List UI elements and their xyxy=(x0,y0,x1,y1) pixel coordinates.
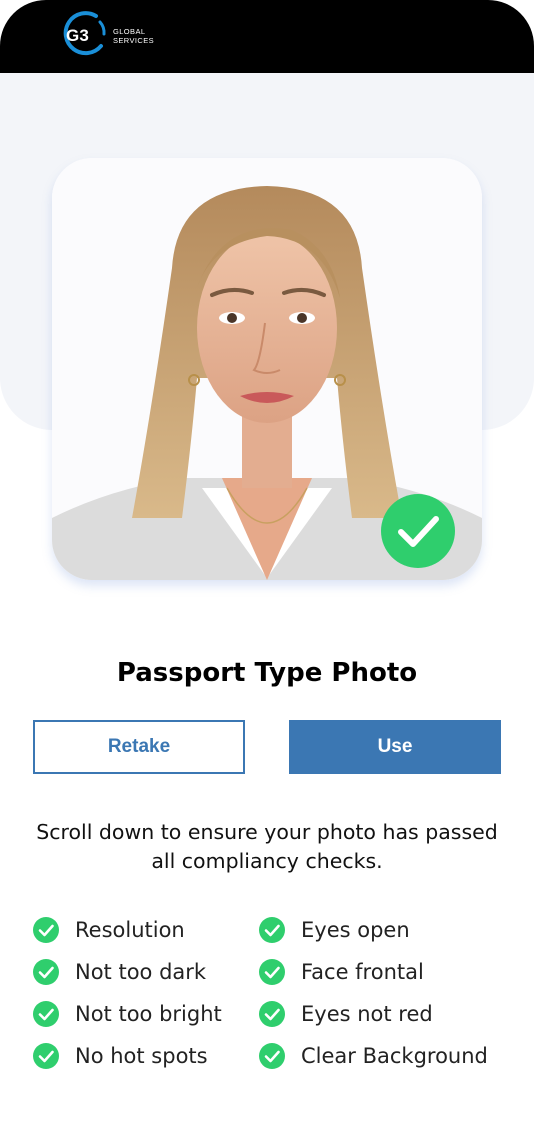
check-circle-icon xyxy=(33,1001,59,1027)
check-circle-icon xyxy=(33,917,59,943)
logo-mark: G3 xyxy=(66,26,90,45)
g3-global-services-logo: G3 GLOBAL SERVICES xyxy=(58,10,168,58)
check-label: Resolution xyxy=(75,918,185,942)
use-button[interactable]: Use xyxy=(289,720,501,774)
check-label: Eyes not red xyxy=(301,1002,433,1026)
check-label: Eyes open xyxy=(301,918,410,942)
logo-wordmark: GLOBAL SERVICES xyxy=(113,27,154,45)
logo-line-1: GLOBAL xyxy=(113,27,146,36)
app-header: G3 GLOBAL SERVICES xyxy=(0,0,534,73)
logo-line-2: SERVICES xyxy=(113,36,154,45)
photo-approved-check-icon xyxy=(381,494,455,568)
check-label: Clear Background xyxy=(301,1044,488,1068)
check-circle-icon xyxy=(33,959,59,985)
check-label: Not too dark xyxy=(75,960,207,984)
check-circle-icon xyxy=(259,1001,285,1027)
check-item-not-too-dark: Not too dark xyxy=(33,957,206,987)
check-item-no-hot-spots: No hot spots xyxy=(33,1041,208,1071)
check-circle-icon xyxy=(259,1043,285,1069)
check-item-clear-background: Clear Background xyxy=(259,1041,488,1071)
check-item-not-too-bright: Not too bright xyxy=(33,999,222,1029)
check-circle-icon xyxy=(259,959,285,985)
check-item-eyes-not-red: Eyes not red xyxy=(259,999,433,1029)
retake-button[interactable]: Retake xyxy=(33,720,245,774)
check-item-eyes-open: Eyes open xyxy=(259,915,410,945)
check-item-resolution: Resolution xyxy=(33,915,185,945)
check-label: Not too bright xyxy=(75,1002,222,1026)
check-item-face-frontal: Face frontal xyxy=(259,957,424,987)
check-label: No hot spots xyxy=(75,1044,208,1068)
page-title: Passport Type Photo xyxy=(116,658,418,688)
check-label: Face frontal xyxy=(301,960,424,984)
check-circle-icon xyxy=(259,917,285,943)
instructions-text: Scroll down to ensure your photo has pas… xyxy=(36,820,498,873)
check-circle-icon xyxy=(33,1043,59,1069)
